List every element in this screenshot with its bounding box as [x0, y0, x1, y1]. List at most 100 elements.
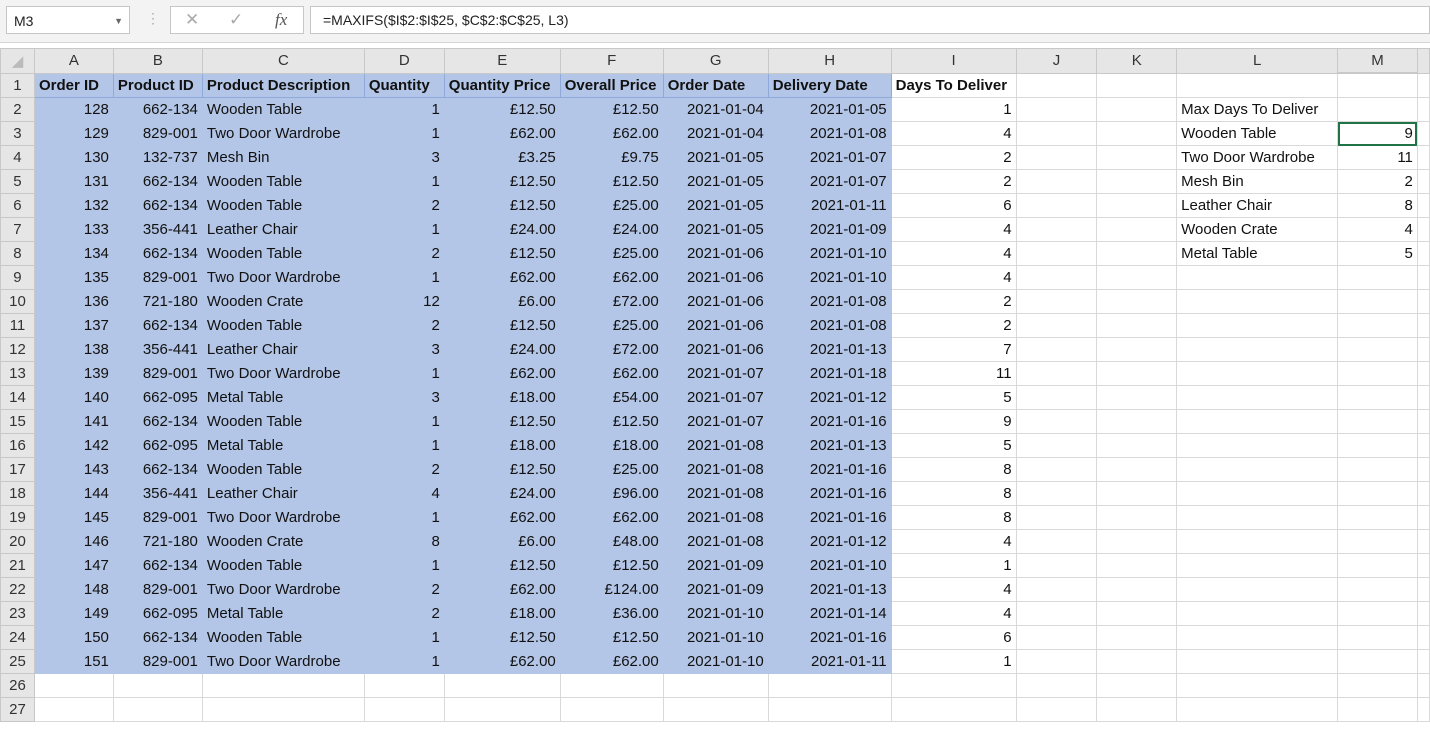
cell-i26[interactable]: [890, 673, 1017, 698]
cell-h20[interactable]: 2021-01-12: [767, 529, 892, 554]
cell-c25[interactable]: Two Door Wardrobe: [201, 649, 365, 674]
header-quantity[interactable]: Quantity: [363, 72, 445, 98]
cell-e20[interactable]: £6.00: [443, 529, 561, 554]
cell-e5[interactable]: £12.50: [443, 169, 561, 194]
cell-m9[interactable]: [1337, 265, 1418, 290]
cell-a24[interactable]: 150: [33, 625, 114, 650]
cell-j6[interactable]: [1015, 193, 1098, 218]
cell-g3[interactable]: 2021-01-04: [662, 121, 769, 146]
cell-g17[interactable]: 2021-01-08: [662, 457, 769, 482]
cell-h24[interactable]: 2021-01-16: [767, 625, 892, 650]
cell-e24[interactable]: £12.50: [443, 625, 561, 650]
cell-j10[interactable]: [1015, 289, 1098, 314]
cell-f16[interactable]: £18.00: [559, 433, 664, 458]
cell-l11[interactable]: [1176, 313, 1339, 338]
cell-f24[interactable]: £12.50: [559, 625, 664, 650]
cell-e15[interactable]: £12.50: [443, 409, 561, 434]
cell-j18[interactable]: [1015, 481, 1098, 506]
cell-h12[interactable]: 2021-01-13: [767, 337, 892, 362]
cell-l25[interactable]: [1176, 649, 1339, 674]
cell-h22[interactable]: 2021-01-13: [767, 577, 892, 602]
cell-j15[interactable]: [1015, 409, 1098, 434]
cell-b5[interactable]: 662-134: [112, 169, 203, 194]
cell-l27[interactable]: [1176, 697, 1339, 722]
cell-j3[interactable]: [1015, 121, 1098, 146]
cell-b15[interactable]: 662-134: [112, 409, 203, 434]
cell-m10[interactable]: [1337, 289, 1418, 314]
column-header-m[interactable]: M: [1337, 48, 1418, 74]
cell-i7[interactable]: 4: [890, 217, 1017, 242]
cell-c18[interactable]: Leather Chair: [201, 481, 365, 506]
cell-a7[interactable]: 133: [33, 217, 114, 242]
cell-d8[interactable]: 2: [363, 241, 445, 266]
cell-d20[interactable]: 8: [363, 529, 445, 554]
cell-i15[interactable]: 9: [890, 409, 1017, 434]
cell-k18[interactable]: [1096, 481, 1178, 506]
cell-l20[interactable]: [1176, 529, 1339, 554]
cell-b8[interactable]: 662-134: [112, 241, 203, 266]
cell-l10[interactable]: [1176, 289, 1339, 314]
cell-k1[interactable]: [1096, 72, 1178, 98]
cell-c26[interactable]: [201, 673, 365, 698]
cell-m6[interactable]: 8: [1337, 193, 1418, 218]
cell-b24[interactable]: 662-134: [112, 625, 203, 650]
cell-l4[interactable]: Two Door Wardrobe: [1176, 145, 1339, 170]
cell-b18[interactable]: 356-441: [112, 481, 203, 506]
cell-j4[interactable]: [1015, 145, 1098, 170]
cell-g4[interactable]: 2021-01-05: [662, 145, 769, 170]
cell-e7[interactable]: £24.00: [443, 217, 561, 242]
cell-c19[interactable]: Two Door Wardrobe: [201, 505, 365, 530]
cell-i11[interactable]: 2: [890, 313, 1017, 338]
cell-b27[interactable]: [112, 697, 203, 722]
cell-l21[interactable]: [1176, 553, 1339, 578]
cell-f9[interactable]: £62.00: [559, 265, 664, 290]
cell-k4[interactable]: [1096, 145, 1178, 170]
header-order-date[interactable]: Order Date: [662, 72, 769, 98]
cell-a27[interactable]: [33, 697, 114, 722]
cell-f23[interactable]: £36.00: [559, 601, 664, 626]
row-header[interactable]: 2: [0, 97, 35, 122]
header-product-description[interactable]: Product Description: [201, 72, 365, 98]
cell-g13[interactable]: 2021-01-07: [662, 361, 769, 386]
cell-b10[interactable]: 721-180: [112, 289, 203, 314]
cell-l17[interactable]: [1176, 457, 1339, 482]
row-header[interactable]: 4: [0, 145, 35, 170]
cell-i16[interactable]: 5: [890, 433, 1017, 458]
row-header[interactable]: 8: [0, 241, 35, 266]
row-header[interactable]: 18: [0, 481, 35, 506]
cell-i25[interactable]: 1: [890, 649, 1017, 674]
cell-b11[interactable]: 662-134: [112, 313, 203, 338]
cell-h25[interactable]: 2021-01-11: [767, 649, 892, 674]
cell-f12[interactable]: £72.00: [559, 337, 664, 362]
cell-l7[interactable]: Wooden Crate: [1176, 217, 1339, 242]
cell-k20[interactable]: [1096, 529, 1178, 554]
cell-c17[interactable]: Wooden Table: [201, 457, 365, 482]
cell-c23[interactable]: Metal Table: [201, 601, 365, 626]
row-header[interactable]: 25: [0, 649, 35, 674]
cell-m17[interactable]: [1337, 457, 1418, 482]
cell-f6[interactable]: £25.00: [559, 193, 664, 218]
cell-h18[interactable]: 2021-01-16: [767, 481, 892, 506]
cell-c11[interactable]: Wooden Table: [201, 313, 365, 338]
header-product-id[interactable]: Product ID: [112, 72, 203, 98]
cell-g10[interactable]: 2021-01-06: [662, 289, 769, 314]
cell-g5[interactable]: 2021-01-05: [662, 169, 769, 194]
cell-d25[interactable]: 1: [363, 649, 445, 674]
cell-d21[interactable]: 1: [363, 553, 445, 578]
cell-h13[interactable]: 2021-01-18: [767, 361, 892, 386]
cell-l23[interactable]: [1176, 601, 1339, 626]
cell-l22[interactable]: [1176, 577, 1339, 602]
cell-f14[interactable]: £54.00: [559, 385, 664, 410]
column-header-j[interactable]: J: [1015, 48, 1098, 74]
cell-h7[interactable]: 2021-01-09: [767, 217, 892, 242]
cell-g19[interactable]: 2021-01-08: [662, 505, 769, 530]
cell-m21[interactable]: [1337, 553, 1418, 578]
cell-c2[interactable]: Wooden Table: [201, 97, 365, 122]
column-header-l[interactable]: L: [1176, 48, 1339, 74]
cell-f20[interactable]: £48.00: [559, 529, 664, 554]
cell-j7[interactable]: [1015, 217, 1098, 242]
cell-j21[interactable]: [1015, 553, 1098, 578]
row-header[interactable]: 5: [0, 169, 35, 194]
cell-j2[interactable]: [1015, 97, 1098, 122]
cell-d19[interactable]: 1: [363, 505, 445, 530]
